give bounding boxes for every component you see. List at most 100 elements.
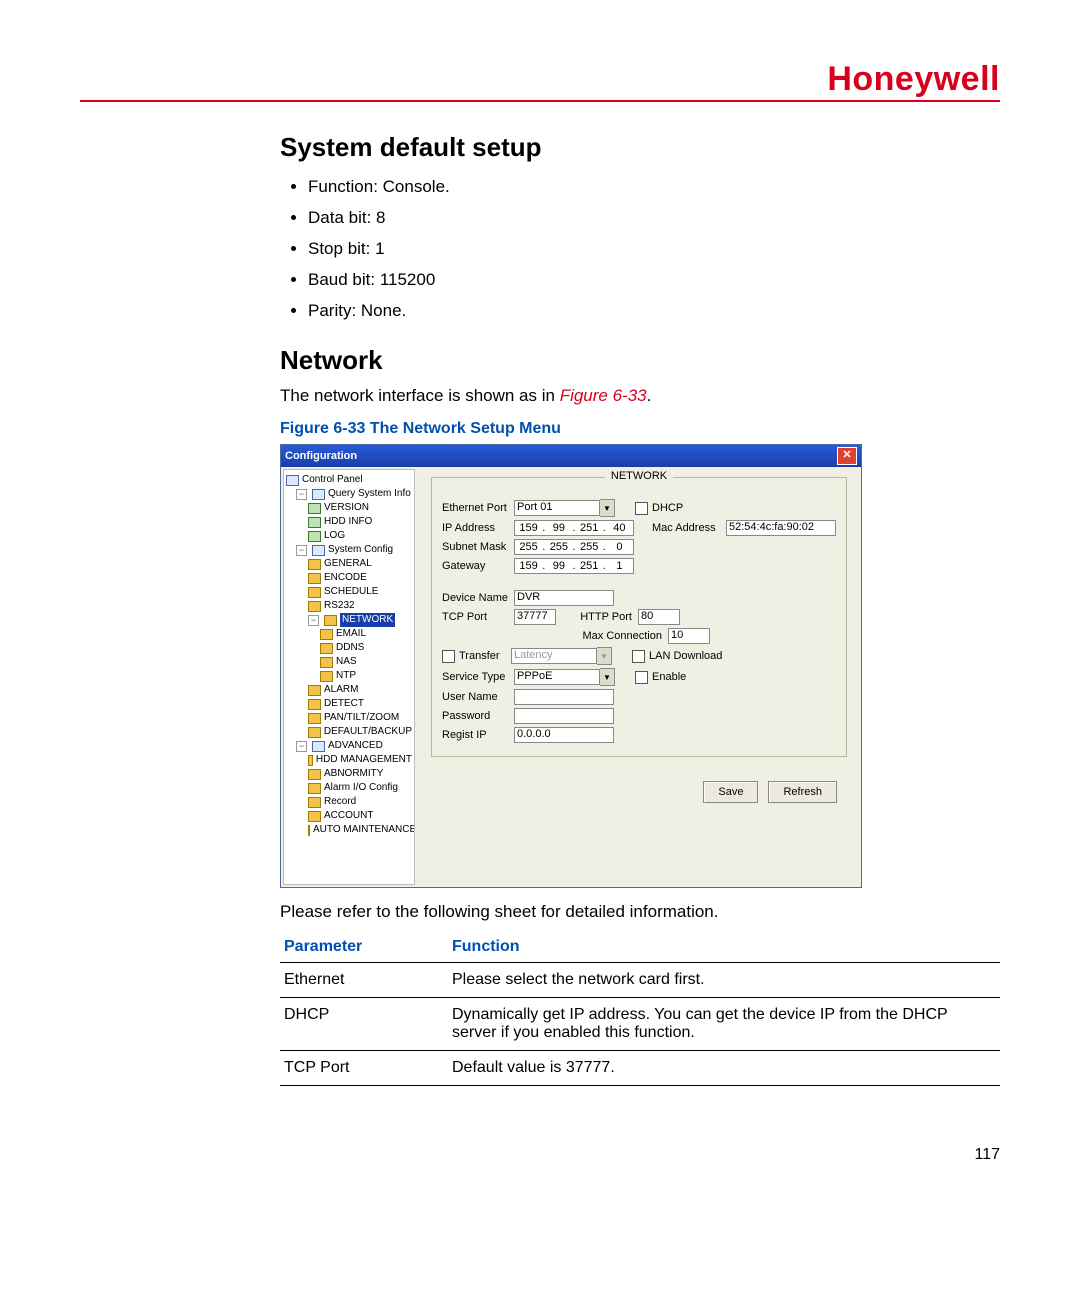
tree-label: DEFAULT/BACKUP	[324, 725, 412, 739]
device-name-input[interactable]: DVR	[514, 590, 614, 606]
ip-octet: 40	[608, 522, 631, 534]
tree-item-network[interactable]: −NETWORK	[286, 613, 412, 627]
tree-label: PAN/TILT/ZOOM	[324, 711, 399, 725]
tree-item-detect[interactable]: DETECT	[286, 697, 412, 711]
table-header-parameter: Parameter	[280, 932, 448, 963]
table-header-function: Function	[448, 932, 1000, 963]
http-port-input[interactable]: 80	[638, 609, 680, 625]
list-item: Parity: None.	[308, 297, 1000, 326]
table-cell-func: Please select the network card first.	[448, 963, 1000, 998]
enable-checkbox[interactable]	[635, 671, 648, 684]
tree-item-hddinfo[interactable]: HDD INFO	[286, 515, 412, 529]
label-regip: Regist IP	[442, 729, 514, 741]
tree-item-ptz[interactable]: PAN/TILT/ZOOM	[286, 711, 412, 725]
tree-item-advanced[interactable]: − ADVANCED	[286, 739, 412, 753]
ip-octet: 255	[517, 541, 540, 553]
collapse-icon[interactable]: −	[296, 545, 307, 556]
service-type-select[interactable]: PPPoE ▼	[514, 668, 615, 686]
tree-label: ACCOUNT	[324, 809, 373, 823]
dhcp-checkbox[interactable]	[635, 502, 648, 515]
refresh-button[interactable]: Refresh	[768, 781, 837, 803]
lan-download-checkbox[interactable]	[632, 650, 645, 663]
tree-item-ntp[interactable]: NTP	[286, 669, 412, 683]
collapse-icon[interactable]: −	[296, 741, 307, 752]
folder-icon	[308, 587, 321, 598]
collapse-icon[interactable]: −	[296, 489, 307, 500]
section-title-network: Network	[280, 345, 1000, 376]
table-cell-param: TCP Port	[280, 1051, 448, 1086]
tree-item-record[interactable]: Record	[286, 795, 412, 809]
tree-item-alarm[interactable]: ALARM	[286, 683, 412, 697]
tree-item-email[interactable]: EMAIL	[286, 627, 412, 641]
tree-item-nas[interactable]: NAS	[286, 655, 412, 669]
tree-item-account[interactable]: ACCOUNT	[286, 809, 412, 823]
figure-reference: Figure 6-33	[560, 386, 647, 405]
folder-icon	[308, 573, 321, 584]
tree-label: Alarm I/O Config	[324, 781, 398, 795]
label-devname: Device Name	[442, 592, 514, 604]
tree-label: NAS	[336, 655, 357, 669]
folder-icon	[308, 559, 321, 570]
tree-item-default[interactable]: DEFAULT/BACKUP	[286, 725, 412, 739]
tree-item-ddns[interactable]: DDNS	[286, 641, 412, 655]
tree-label: LOG	[324, 529, 345, 543]
tree-item-encode[interactable]: ENCODE	[286, 571, 412, 585]
tree-item-qsi[interactable]: −Query System Info	[286, 487, 412, 501]
ip-octet: 251	[578, 522, 601, 534]
nav-tree[interactable]: Control Panel −Query System Info VERSION…	[283, 469, 415, 885]
ip-octet: 99	[547, 522, 570, 534]
figure-caption: Figure 6-33 The Network Setup Menu	[280, 420, 1000, 438]
gateway-input[interactable]: 159. 99. 251. 1	[514, 558, 634, 574]
list-item: Stop bit: 1	[308, 235, 1000, 264]
label-tcpport: TCP Port	[442, 611, 514, 623]
table-cell-func: Dynamically get IP address. You can get …	[448, 998, 1000, 1051]
tree-item-hddm[interactable]: HDD MANAGEMENT	[286, 753, 412, 767]
chevron-down-icon: ▼	[597, 647, 612, 665]
folder-icon	[308, 797, 321, 808]
page-number: 117	[280, 1146, 1000, 1164]
table-row: TCP Port Default value is 37777.	[280, 1051, 1000, 1086]
tcp-port-input[interactable]: 37777	[514, 609, 556, 625]
close-icon[interactable]: ✕	[837, 447, 857, 465]
page-icon	[308, 531, 321, 542]
tree-item-aio[interactable]: Alarm I/O Config	[286, 781, 412, 795]
brand-logo: Honeywell	[827, 60, 1000, 99]
tree-item-auto[interactable]: AUTO MAINTENANCE	[286, 823, 412, 837]
tree-label: System Config	[328, 543, 393, 557]
password-input[interactable]	[514, 708, 614, 724]
list-item: Data bit: 8	[308, 204, 1000, 233]
tree-label: Record	[324, 795, 356, 809]
save-button[interactable]: Save	[703, 781, 758, 803]
window-titlebar[interactable]: Configuration ✕	[281, 445, 861, 467]
tree-label: AUTO MAINTENANCE	[313, 823, 415, 837]
chevron-down-icon[interactable]: ▼	[600, 499, 615, 517]
tree-item-rs232[interactable]: RS232	[286, 599, 412, 613]
system-default-list: Function: Console. Data bit: 8 Stop bit:…	[308, 173, 1000, 325]
max-connection-input[interactable]: 10	[668, 628, 710, 644]
ip-octet: 251	[578, 560, 601, 572]
tree-item-sysconf[interactable]: − System Config	[286, 543, 412, 557]
table-row: Ethernet Please select the network card …	[280, 963, 1000, 998]
section-title-system: System default setup	[280, 132, 1000, 163]
tree-label: ADVANCED	[328, 739, 383, 753]
tree-item-control-panel[interactable]: Control Panel	[286, 473, 412, 487]
gear-icon	[312, 741, 325, 752]
chevron-down-icon[interactable]: ▼	[600, 668, 615, 686]
folder-icon	[308, 727, 321, 738]
subnet-mask-input[interactable]: 255. 255. 255. 0	[514, 539, 634, 555]
text: .	[647, 386, 652, 405]
mac-address-value: 52:54:4c:fa:90:02	[726, 520, 836, 536]
tree-item-schedule[interactable]: SCHEDULE	[286, 585, 412, 599]
username-input[interactable]	[514, 689, 614, 705]
transfer-checkbox[interactable]	[442, 650, 455, 663]
tree-item-log[interactable]: LOG	[286, 529, 412, 543]
tree-item-version[interactable]: VERSION	[286, 501, 412, 515]
ip-address-input[interactable]: 159. 99. 251. 40	[514, 520, 634, 536]
regist-ip-input[interactable]: 0.0.0.0	[514, 727, 614, 743]
tree-item-abn[interactable]: ABNORMITY	[286, 767, 412, 781]
tree-item-general[interactable]: GENERAL	[286, 557, 412, 571]
ethernet-port-select[interactable]: Port 01 ▼	[514, 499, 615, 517]
collapse-icon[interactable]: −	[308, 615, 319, 626]
folder-icon	[308, 601, 321, 612]
panel-icon	[312, 545, 325, 556]
